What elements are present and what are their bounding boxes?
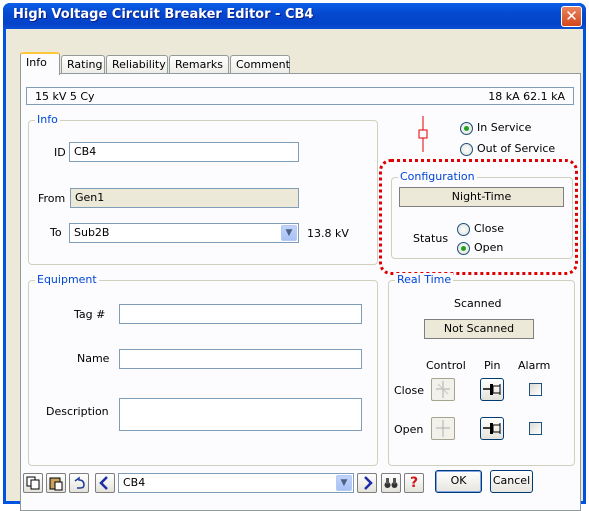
open-alarm-checkbox[interactable] [529, 422, 542, 435]
help-icon[interactable]: ? [404, 473, 424, 493]
open-pin-button[interactable] [480, 417, 504, 440]
highlight-outline [379, 159, 578, 275]
next-icon[interactable] [357, 473, 377, 493]
id-field[interactable]: CB4 [69, 142, 299, 162]
tag-label: Tag # [74, 308, 106, 321]
close-alarm-checkbox[interactable] [529, 383, 542, 396]
paste-icon[interactable] [46, 473, 66, 493]
breaker-closed-icon [436, 381, 450, 398]
undo-icon[interactable] [69, 473, 89, 493]
summary-bar: 15 kV 5 Cy 18 kA 62.1 kA [26, 87, 574, 105]
row-open-label: Open [394, 423, 424, 436]
scanned-label: Scanned [454, 297, 502, 310]
summary-left: 15 kV 5 Cy [35, 90, 95, 103]
summary-right: 18 kA 62.1 kA [488, 90, 565, 103]
pushpin-icon [483, 423, 501, 434]
out-of-service-label: Out of Service [477, 142, 556, 155]
window-title: High Voltage Circuit Breaker Editor - CB… [13, 7, 314, 22]
description-label: Description [46, 405, 109, 418]
name-label: Name [77, 352, 110, 365]
ok-button[interactable]: OK [435, 470, 482, 493]
realtime-legend: Real Time [395, 273, 454, 286]
close-pin-button[interactable] [480, 378, 504, 401]
to-label: To [50, 226, 62, 239]
to-kv: 13.8 kV [307, 227, 349, 240]
close-icon[interactable]: ✕ [561, 6, 582, 27]
cancel-button[interactable]: Cancel [490, 470, 533, 493]
from-label: From [38, 192, 66, 205]
copy-icon[interactable] [23, 473, 43, 493]
out-of-service-radio[interactable] [460, 143, 473, 156]
from-field[interactable]: Gen1 [70, 188, 299, 208]
in-service-radio[interactable] [460, 122, 473, 135]
title-bar[interactable]: High Voltage Circuit Breaker Editor - CB… [3, 3, 586, 29]
in-service-label: In Service [477, 121, 532, 134]
id-label: ID [54, 146, 66, 159]
tab-info[interactable]: Info [20, 52, 60, 75]
tab-remarks[interactable]: Remarks [169, 55, 229, 74]
tab-reliability[interactable]: Reliability [106, 55, 168, 74]
breaker-open-icon [436, 420, 450, 437]
name-field[interactable] [119, 349, 362, 369]
tab-comment[interactable]: Comment [230, 55, 290, 74]
equipment-legend: Equipment [35, 273, 99, 286]
tag-field[interactable] [119, 304, 362, 324]
scanned-value: Not Scanned [424, 319, 534, 339]
tab-rating[interactable]: Rating [61, 55, 105, 74]
col-control: Control [426, 359, 466, 372]
editor-window: High Voltage Circuit Breaker Editor - CB… [3, 3, 586, 511]
description-field[interactable] [119, 398, 362, 431]
row-close-label: Close [394, 384, 424, 397]
chevron-down-icon[interactable]: ▼ [281, 225, 297, 241]
to-select-value: Sub2B [74, 226, 110, 239]
binoculars-icon[interactable] [381, 473, 401, 493]
dialog-client: Info Rating Reliability Remarks Comment … [6, 29, 583, 511]
open-control-button[interactable] [431, 417, 455, 440]
record-select-value: CB4 [123, 476, 146, 489]
chevron-down-icon[interactable]: ▼ [336, 475, 352, 491]
to-select[interactable]: Sub2B ▼ [69, 223, 299, 243]
breaker-symbol-icon [418, 116, 428, 152]
col-pin: Pin [484, 359, 501, 372]
col-alarm: Alarm [518, 359, 551, 372]
info-legend: Info [35, 113, 60, 126]
pushpin-icon [483, 384, 501, 395]
close-control-button[interactable] [431, 378, 455, 401]
record-select[interactable]: CB4 ▼ [118, 473, 354, 493]
previous-icon[interactable] [95, 473, 115, 493]
